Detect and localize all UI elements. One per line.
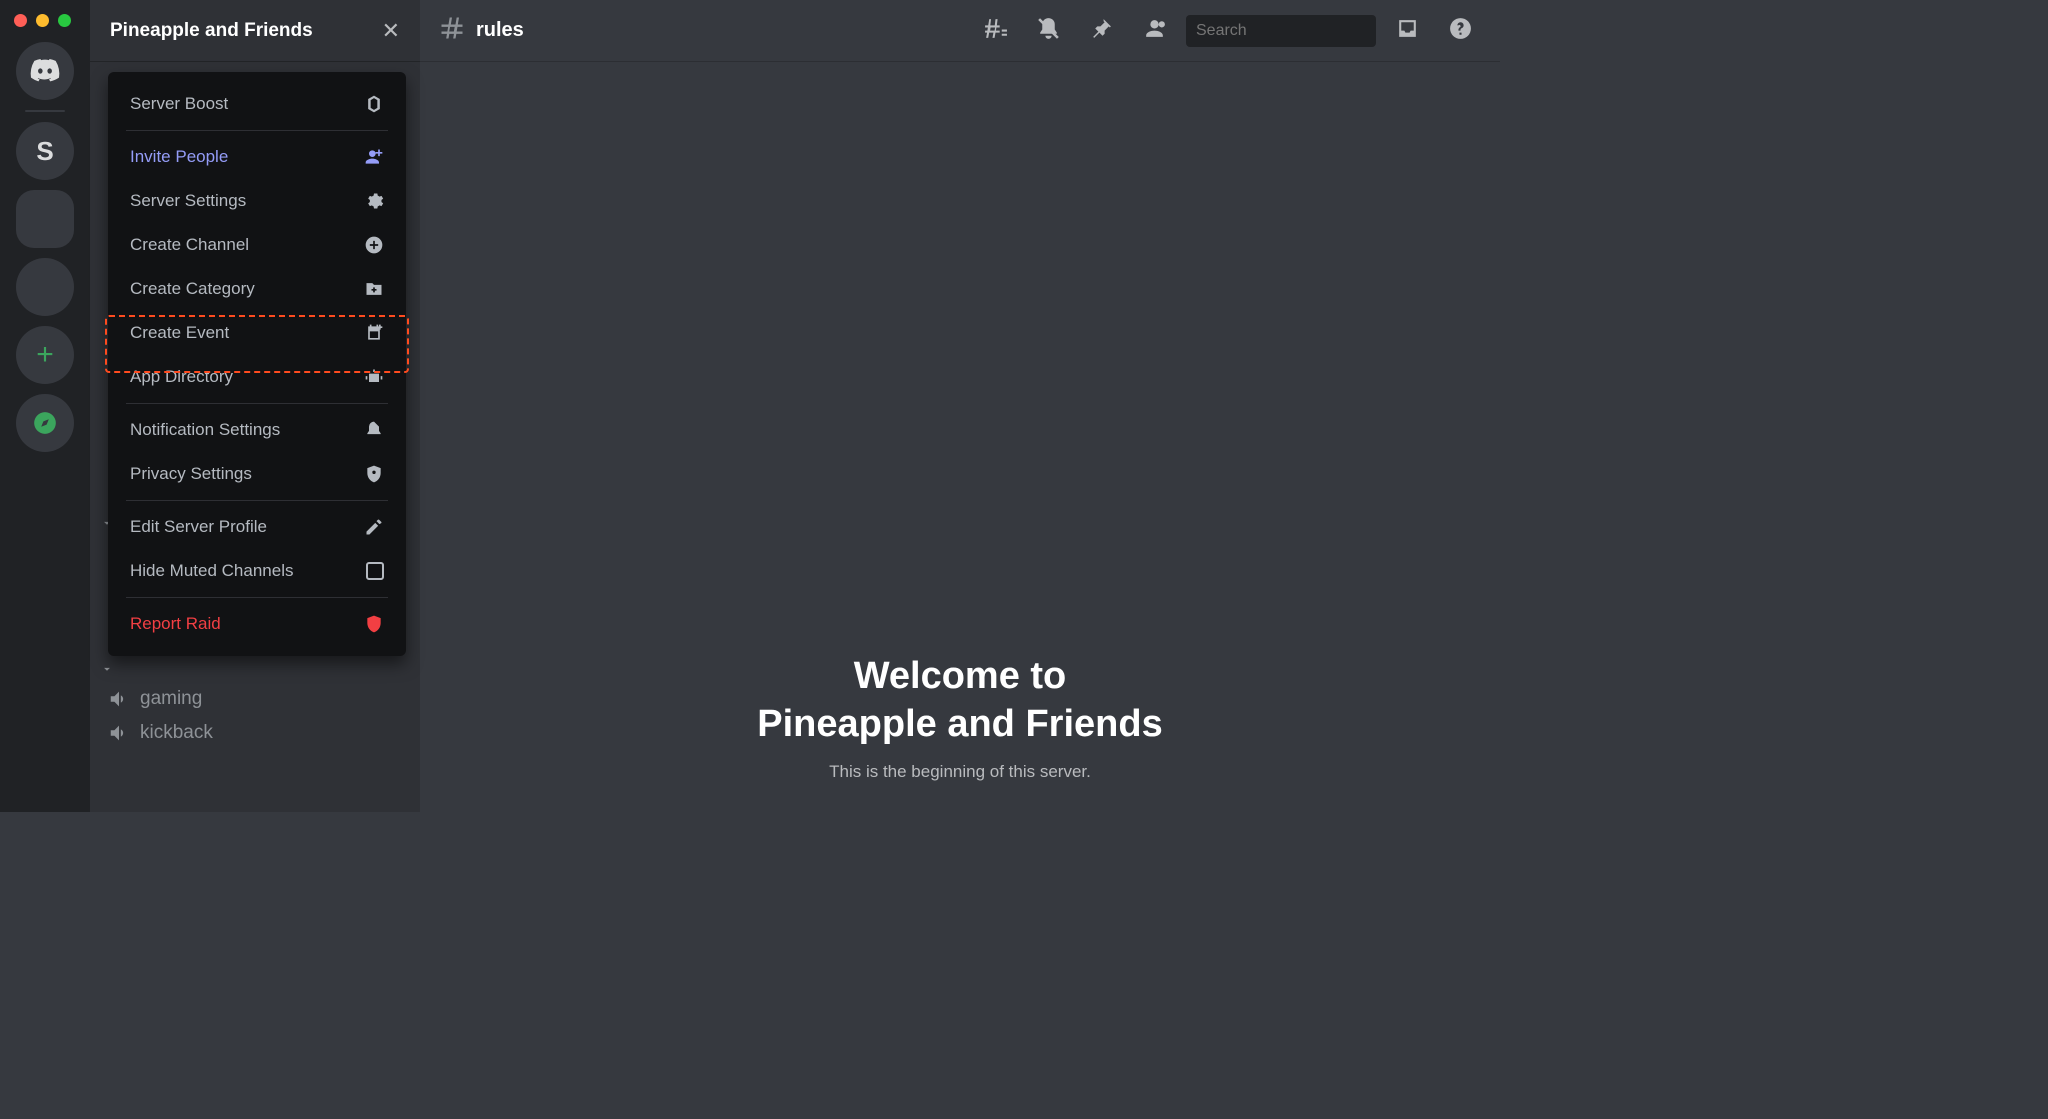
window-traffic-lights[interactable]	[14, 14, 71, 27]
speaker-icon	[108, 722, 130, 744]
threads-icon[interactable]	[974, 16, 1017, 46]
category-collapsed-2[interactable]	[100, 656, 410, 682]
rail-separator	[25, 110, 65, 112]
bell-icon	[364, 420, 384, 440]
channel-content: Welcome to Pineapple and Friends This is…	[420, 62, 1500, 812]
add-server-button[interactable]: +	[16, 326, 74, 384]
server-pineapple[interactable]	[16, 190, 74, 248]
menu-label: Create Event	[130, 323, 229, 343]
topbar: rules	[420, 0, 1500, 62]
boost-icon	[364, 94, 384, 114]
close-window[interactable]	[14, 14, 27, 27]
hash-icon	[438, 14, 466, 47]
menu-invite-people[interactable]: Invite People	[120, 135, 394, 179]
search-input[interactable]	[1196, 22, 1403, 40]
server-s[interactable]: S	[16, 122, 74, 180]
menu-notification-settings[interactable]: Notification Settings	[120, 408, 394, 452]
menu-create-category[interactable]: Create Category	[120, 267, 394, 311]
welcome-line2: Pineapple and Friends	[757, 703, 1162, 745]
menu-label: Create Category	[130, 279, 255, 299]
server-dropdown-menu: Server Boost Invite People Server Settin…	[108, 72, 406, 656]
pin-icon[interactable]	[1080, 16, 1123, 46]
menu-label: Edit Server Profile	[130, 517, 267, 537]
search-box[interactable]	[1186, 15, 1376, 47]
server-rail: S +	[0, 0, 90, 812]
robot-icon	[364, 367, 384, 387]
menu-label: Privacy Settings	[130, 464, 252, 484]
shield-icon	[364, 464, 384, 484]
menu-report-raid[interactable]: Report Raid	[120, 602, 394, 646]
menu-create-event[interactable]: Create Event	[120, 311, 394, 355]
channel-label: kickback	[140, 722, 213, 744]
gear-icon	[364, 191, 384, 211]
welcome-block: Welcome to Pineapple and Friends This is…	[757, 653, 1162, 782]
folder-plus-icon	[364, 279, 384, 299]
members-icon[interactable]	[1133, 16, 1176, 46]
speaker-icon	[108, 688, 130, 710]
plus-circle-icon	[364, 235, 384, 255]
help-icon[interactable]	[1439, 16, 1482, 46]
home-button[interactable]	[16, 42, 74, 100]
menu-server-settings[interactable]: Server Settings	[120, 179, 394, 223]
invite-icon	[364, 147, 384, 167]
maximize-window[interactable]	[58, 14, 71, 27]
menu-hide-muted[interactable]: Hide Muted Channels	[120, 549, 394, 593]
pencil-icon	[364, 517, 384, 537]
menu-privacy-settings[interactable]: Privacy Settings	[120, 452, 394, 496]
checkbox-icon	[366, 562, 384, 580]
menu-create-channel[interactable]: Create Channel	[120, 223, 394, 267]
menu-edit-server-profile[interactable]: Edit Server Profile	[120, 505, 394, 549]
menu-app-directory[interactable]: App Directory	[120, 355, 394, 399]
server-header[interactable]: Pineapple and Friends ✕	[90, 0, 420, 62]
shield-alert-icon	[364, 614, 384, 634]
welcome-sub: This is the beginning of this server.	[757, 762, 1162, 782]
server-globe[interactable]	[16, 258, 74, 316]
menu-server-boost[interactable]: Server Boost	[120, 82, 394, 126]
channel-label: gaming	[140, 688, 202, 710]
menu-label: App Directory	[130, 367, 233, 387]
welcome-line1: Welcome to	[854, 655, 1067, 697]
menu-label: Notification Settings	[130, 420, 280, 440]
menu-label: Hide Muted Channels	[130, 561, 293, 581]
menu-label: Server Settings	[130, 191, 246, 211]
channel-title: rules	[476, 19, 524, 42]
close-icon[interactable]: ✕	[382, 18, 400, 44]
mute-icon[interactable]	[1027, 16, 1070, 46]
channel-kickback[interactable]: kickback	[100, 716, 410, 750]
menu-label: Invite People	[130, 147, 228, 167]
menu-label: Report Raid	[130, 614, 221, 634]
menu-label: Server Boost	[130, 94, 228, 114]
explore-button[interactable]	[16, 394, 74, 452]
calendar-plus-icon	[364, 323, 384, 343]
minimize-window[interactable]	[36, 14, 49, 27]
server-name: Pineapple and Friends	[110, 20, 313, 42]
menu-label: Create Channel	[130, 235, 249, 255]
channel-gaming[interactable]: gaming	[100, 682, 410, 716]
main-area: rules Welcome to Pineapple and Friends T…	[420, 0, 1500, 812]
inbox-icon[interactable]	[1386, 16, 1429, 46]
